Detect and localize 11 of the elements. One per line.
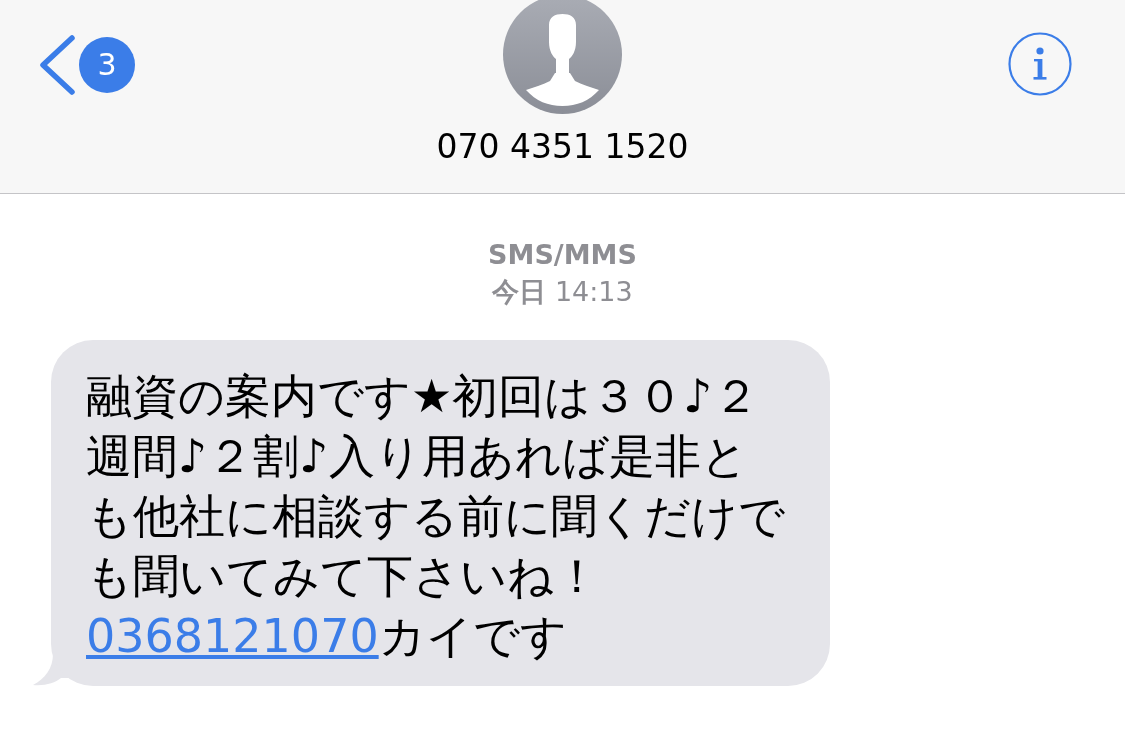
phone-link[interactable]: 0368121070 [86, 609, 379, 663]
unread-count-badge: 3 [79, 37, 135, 93]
back-button[interactable]: 3 [37, 34, 135, 96]
timestamp: 今日 14:13 [492, 275, 633, 309]
info-button[interactable] [1008, 32, 1072, 96]
contact-name: 070 4351 1520 [436, 127, 689, 167]
message-text: 融資の案内です★初回は３０♪２週間♪２割♪入り用あれば是非とも他社に相談する前に聞くだけでも聞いてみて下さいね！ 0368121070カイです [86, 368, 786, 665]
info-icon [1008, 32, 1072, 96]
chevron-left-icon [37, 34, 77, 96]
service-label: SMS/MMS [488, 238, 637, 272]
avatar-icon[interactable] [503, 0, 622, 114]
